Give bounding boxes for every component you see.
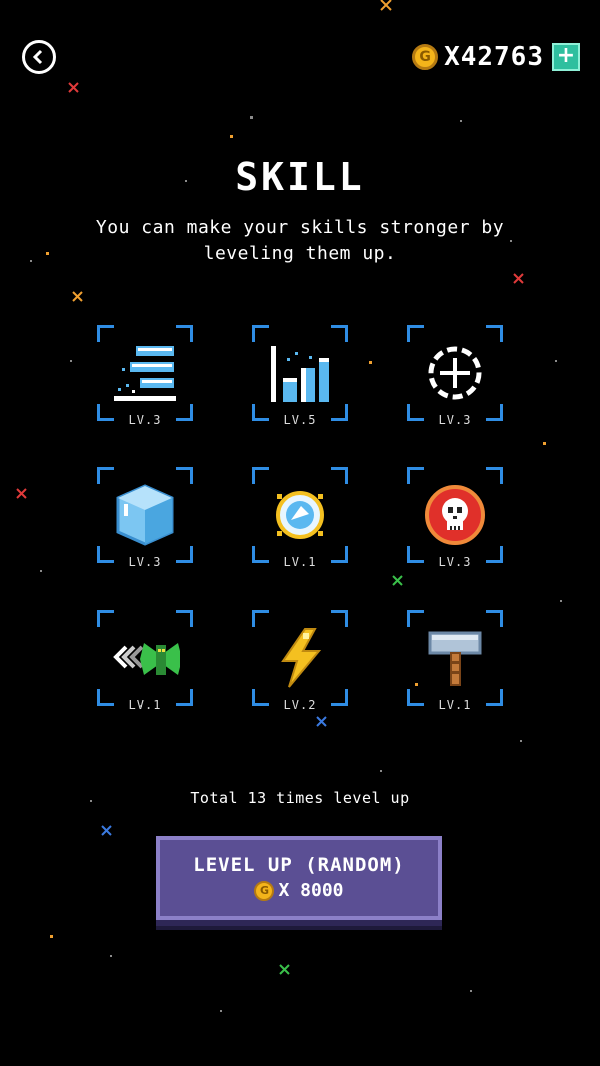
skill-slot-lightning[interactable]: LV.2 [252,610,348,712]
skill-level: LV.1 [128,698,162,712]
level-up-cost: G X 8000 [160,880,438,901]
skill-slot-drone[interactable]: LV.1 [97,610,193,712]
skill-slot-hammer[interactable]: LV.1 [407,610,503,712]
back-button[interactable] [22,40,56,74]
skill-slot-shield[interactable]: LV.1 [252,467,348,569]
skill-level: LV.5 [283,413,317,427]
coin-icon: G [254,880,275,901]
drone-wings-icon [113,643,180,675]
add-coins-button[interactable]: + [552,43,580,71]
skull-icon [425,485,485,545]
skill-level: LV.1 [283,555,317,569]
level-up-random-button[interactable]: LEVEL UP (RANDOM) G X 8000 [156,836,442,920]
speed-bars-icon [114,346,176,401]
crosshair-icon [428,346,482,400]
hammer-icon [428,631,482,686]
page-title: SKILL [235,155,365,199]
skill-level: LV.3 [128,555,162,569]
skill-level: LV.3 [438,413,472,427]
coin-balance: G X42763 + [412,40,580,74]
shield-orb-icon [276,491,324,539]
back-arrow-icon [32,49,43,65]
coin-amount: X42763 [444,42,544,72]
skill-level: LV.3 [128,413,162,427]
bar-graph-icon [271,346,329,402]
skill-slot-speed[interactable]: LV.3 [97,325,193,427]
skill-level: LV.1 [438,698,472,712]
coin-icon: G [412,44,439,70]
page-subtitle: You can make your skills stronger by lev… [95,217,505,264]
skill-slot-bars[interactable]: LV.5 [252,325,348,427]
ice-cube-icon [116,484,174,546]
level-up-label: LEVEL UP (RANDOM) [193,854,405,876]
skill-grid: LV.3 LV.5 LV.3 LV.3 LV.1 LV.3 LV.1 LV.2 … [97,325,503,720]
skill-slot-skull[interactable]: LV.3 [407,467,503,569]
skill-level: LV.3 [438,555,472,569]
skill-slot-ice[interactable]: LV.3 [97,467,193,569]
skill-slot-crosshair[interactable]: LV.3 [407,325,503,427]
total-level-up-count: Total 13 times level up [190,789,410,807]
skill-level: LV.2 [283,698,317,712]
lightning-icon [281,628,322,688]
